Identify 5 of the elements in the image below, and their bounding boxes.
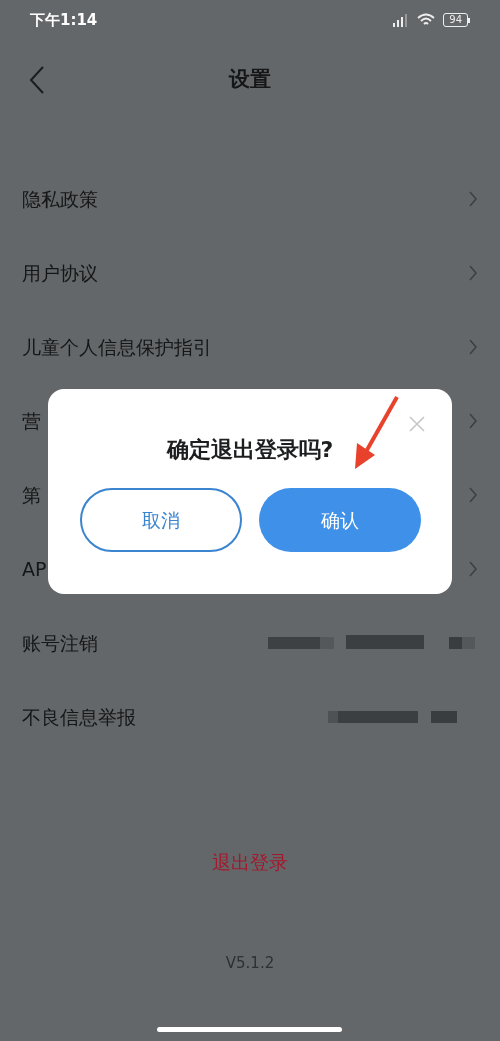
version-label: V5.1.2 [225, 953, 275, 974]
page-title: 设置 [229, 66, 271, 94]
status-time: 下午1:14 [30, 9, 98, 31]
dialog-title: 确定退出登录吗? [166, 436, 334, 464]
battery-icon: 94 [443, 13, 470, 27]
